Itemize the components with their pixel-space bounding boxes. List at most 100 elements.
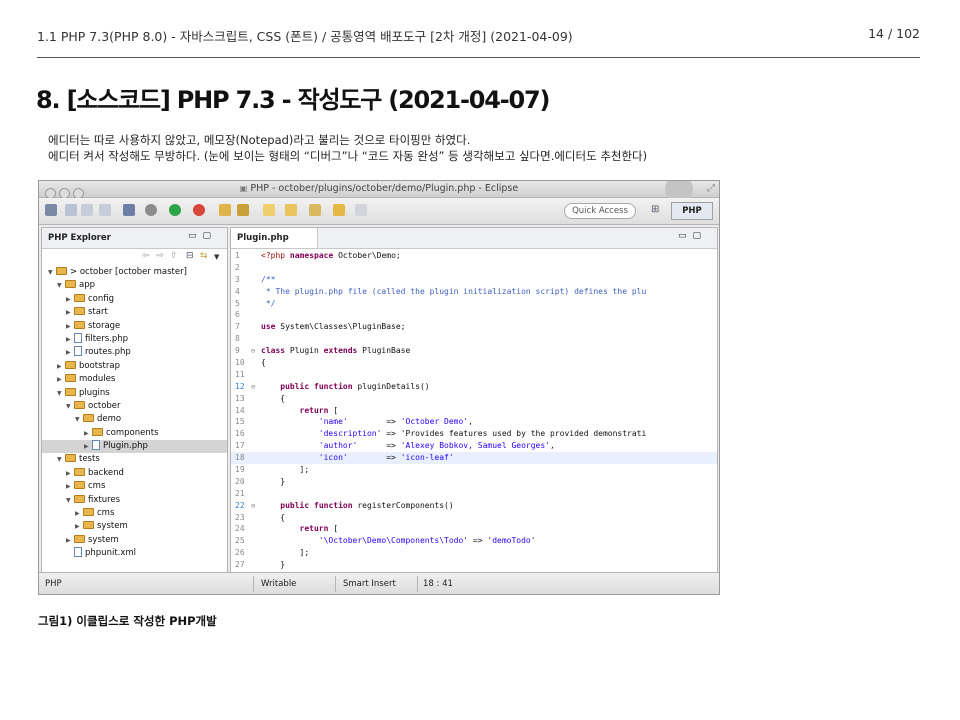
collapsed-arrow-icon[interactable]: ▶ — [66, 346, 74, 359]
tree-item[interactable]: ▼ demo — [42, 413, 227, 426]
toggle-mark-icon[interactable] — [123, 204, 135, 216]
tree-item[interactable]: ▶ backend — [42, 467, 227, 480]
tree-item[interactable]: ▶ routes.php — [42, 346, 227, 359]
tree-item[interactable]: ▶ cms — [42, 507, 227, 520]
code-line[interactable]: 3 /** — [231, 274, 717, 286]
print-icon[interactable] — [99, 204, 111, 216]
code-line[interactable]: 13 { — [231, 393, 717, 405]
collapsed-arrow-icon[interactable]: ▶ — [57, 373, 65, 386]
collapsed-arrow-icon[interactable]: ▶ — [66, 306, 74, 319]
tree-item[interactable]: ▼ fixtures — [42, 494, 227, 507]
code-line[interactable]: 16 'description' => 'Provides features u… — [231, 428, 717, 440]
run-icon[interactable] — [169, 204, 181, 216]
code-line[interactable]: 26 ]; — [231, 547, 717, 559]
code-line[interactable]: 9 ⊖ class Plugin extends PluginBase — [231, 345, 717, 357]
tree-item[interactable]: ▼ tests — [42, 453, 227, 466]
collapsed-arrow-icon[interactable]: ▶ — [84, 427, 92, 440]
save-all-icon[interactable] — [81, 204, 93, 216]
expanded-arrow-icon[interactable]: ▼ — [57, 453, 65, 466]
search-icon[interactable] — [237, 204, 249, 216]
tree-item[interactable]: ▼ app — [42, 279, 227, 292]
code-line[interactable]: 27 } — [231, 559, 717, 571]
tree-item[interactable]: ▶ system — [42, 534, 227, 547]
forward-nav-icon[interactable]: ⇨ — [156, 251, 164, 261]
back-icon[interactable] — [333, 204, 345, 216]
back-nav-icon[interactable]: ⇦ — [142, 251, 150, 261]
code-line[interactable]: 12 ⊖ public function pluginDetails() — [231, 381, 717, 393]
code-line[interactable]: 19 ]; — [231, 464, 717, 476]
up-nav-icon[interactable]: ⇧ — [170, 251, 178, 261]
tree-item[interactable]: ▼ > october [october master] — [42, 266, 227, 279]
collapsed-arrow-icon[interactable]: ▶ — [66, 534, 74, 547]
code-line[interactable]: 7 use System\Classes\PluginBase; — [231, 321, 717, 333]
tree-item[interactable]: ▶ bootstrap — [42, 360, 227, 373]
code-line[interactable]: 21 — [231, 488, 717, 500]
external-tools-icon[interactable] — [193, 204, 205, 216]
tree-item[interactable]: ▶ modules — [42, 373, 227, 386]
quick-access-field[interactable]: Quick Access — [564, 203, 636, 219]
code-line[interactable]: 25 '\October\Demo\Components\Todo' => 'd… — [231, 535, 717, 547]
expanded-arrow-icon[interactable]: ▼ — [48, 266, 56, 279]
expanded-arrow-icon[interactable]: ▼ — [75, 413, 83, 426]
forward-icon[interactable] — [355, 204, 367, 216]
collapsed-arrow-icon[interactable]: ▶ — [75, 507, 83, 520]
tree-item[interactable]: ▶ filters.php — [42, 332, 227, 346]
minimize-maximize-icons[interactable]: ▭▢ — [188, 231, 217, 241]
code-line[interactable]: 1 <?php namespace October\Demo; — [231, 250, 717, 262]
collapsed-arrow-icon[interactable]: ▶ — [66, 467, 74, 480]
code-line[interactable]: 2 — [231, 262, 717, 274]
collapsed-arrow-icon[interactable]: ▶ — [66, 480, 74, 493]
code-line[interactable]: 8 — [231, 333, 717, 345]
tree-item[interactable]: ▶ Plugin.php — [42, 440, 227, 454]
open-perspective-icon[interactable]: ⊞ — [651, 204, 659, 215]
open-type-icon[interactable] — [219, 204, 231, 216]
php-perspective-button[interactable]: PHP — [671, 202, 713, 220]
tree-item[interactable]: ▼ plugins — [42, 387, 227, 400]
code-line[interactable]: 20 } — [231, 476, 717, 488]
code-line[interactable]: 23 { — [231, 512, 717, 524]
new-icon[interactable] — [45, 204, 57, 216]
collapse-all-icon[interactable]: ⊟ — [186, 251, 194, 261]
code-line[interactable]: 15 'name' => 'October Demo', — [231, 416, 717, 428]
code-text: class Plugin extends PluginBase — [261, 346, 411, 356]
expanded-arrow-icon[interactable]: ▼ — [66, 494, 74, 507]
save-icon[interactable] — [65, 204, 77, 216]
code-line[interactable]: 17 'author' => 'Alexey Bobkov, Samuel Ge… — [231, 440, 717, 452]
expanded-arrow-icon[interactable]: ▼ — [66, 400, 74, 413]
tree-item[interactable]: ▶ config — [42, 293, 227, 306]
code-line[interactable]: 4 * The plugin.php file (called the plug… — [231, 286, 717, 298]
next-annotation-icon[interactable] — [285, 204, 297, 216]
collapsed-arrow-icon[interactable]: ▶ — [66, 320, 74, 333]
php-explorer-tab[interactable]: PHP Explorer ▭▢ — [42, 228, 227, 249]
collapsed-arrow-icon[interactable]: ▶ — [84, 440, 92, 453]
code-line[interactable]: 6 — [231, 309, 717, 321]
code-line[interactable]: 14 return [ — [231, 405, 717, 417]
tree-item[interactable]: ▶ cms — [42, 480, 227, 493]
tree-item[interactable]: ▼ october — [42, 400, 227, 413]
prev-annotation-icon[interactable] — [309, 204, 321, 216]
expanded-arrow-icon[interactable]: ▼ — [57, 279, 65, 292]
code-line[interactable]: 10 { — [231, 357, 717, 369]
code-line[interactable]: 18 'icon' => 'icon-leaf' — [231, 452, 717, 465]
view-menu-icon[interactable]: ▼ — [214, 253, 219, 261]
code-line[interactable]: 22 ⊖ public function registerComponents() — [231, 500, 717, 512]
editor-tab-plugin-php[interactable]: Plugin.php — [231, 228, 318, 248]
code-line[interactable]: 5 */ — [231, 298, 717, 310]
debug-icon[interactable] — [145, 204, 157, 216]
collapsed-arrow-icon[interactable]: ▶ — [57, 360, 65, 373]
collapsed-arrow-icon[interactable]: ▶ — [66, 293, 74, 306]
collapsed-arrow-icon[interactable]: ▶ — [66, 333, 74, 346]
collapsed-arrow-icon[interactable]: ▶ — [75, 520, 83, 533]
tree-item[interactable]: ▶ start — [42, 306, 227, 319]
tree-item[interactable]: ▶ storage — [42, 320, 227, 333]
code-line[interactable]: 11 — [231, 369, 717, 381]
code-line[interactable]: 24 return [ — [231, 523, 717, 535]
minimize-maximize-icons[interactable]: ▭▢ — [678, 231, 707, 241]
tree-item[interactable]: ▶ components — [42, 427, 227, 440]
annotation-icon[interactable] — [263, 204, 275, 216]
code-area[interactable]: 1 <?php namespace October\Demo; 2 3/** 4 * T… — [231, 250, 717, 571]
expanded-arrow-icon[interactable]: ▼ — [57, 387, 65, 400]
tree-item[interactable]: phpunit.xml — [42, 547, 227, 560]
link-editor-icon[interactable]: ⇆ — [200, 251, 208, 261]
tree-item[interactable]: ▶ system — [42, 520, 227, 533]
